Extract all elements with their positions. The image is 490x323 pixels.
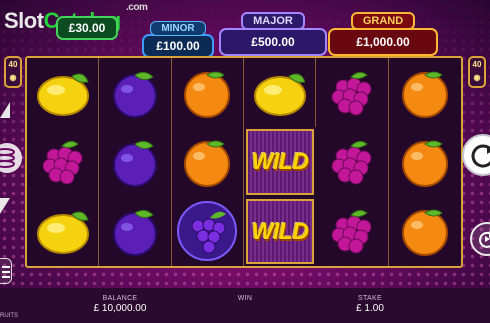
orange-icon <box>398 204 452 258</box>
reel-cell <box>172 58 244 128</box>
reel-cell <box>27 127 100 197</box>
game-name: RUITS <box>0 313 18 319</box>
wild-symbol: WILD <box>251 148 309 175</box>
reel-cell <box>99 127 172 197</box>
ways-badge-right: 40 ◉ <box>468 56 486 88</box>
jackpot-mini: £30.00 <box>56 16 118 40</box>
orange-icon <box>398 135 452 189</box>
reel-cell: WILD <box>246 129 315 195</box>
reel-cell <box>99 58 172 128</box>
reels-grid: WILD WILD <box>25 56 463 268</box>
jackpot-major-value: £500.00 <box>219 28 327 56</box>
jackpot-grand-label: GRAND <box>350 12 416 30</box>
jackpot-minor: MINOR £100.00 <box>142 18 214 58</box>
status-bar <box>0 288 490 323</box>
jackpot-major-label: MAJOR <box>241 12 305 30</box>
reel-cell <box>99 196 172 266</box>
balance-display: BALANCE £ 10,000.00 <box>93 295 147 314</box>
ways-badge-left: 40 ◉ <box>4 56 22 88</box>
jackpot-minor-value: £100.00 <box>142 34 214 58</box>
plum-icon <box>109 205 161 257</box>
jackpot-major: MAJOR £500.00 <box>219 11 327 56</box>
lemon-icon <box>34 206 92 256</box>
stake-display[interactable]: STAKE £ 1.00 <box>340 295 400 314</box>
coin-stack-icon[interactable] <box>0 138 22 178</box>
raspberry-icon <box>325 136 379 188</box>
reel-cell <box>389 58 461 127</box>
spin-icon <box>471 144 490 168</box>
jackpot-minor-label: MINOR <box>150 21 206 36</box>
orange-icon <box>180 135 234 189</box>
jackpot-grand-value: £1,000.00 <box>328 28 438 56</box>
arrow-up-icon[interactable] <box>0 102 10 118</box>
reel-cell <box>27 58 100 128</box>
reel-cell <box>244 58 317 128</box>
jackpot-mini-value: £30.00 <box>56 16 118 40</box>
reel-cell <box>316 196 389 266</box>
grapes-icon <box>176 200 238 262</box>
lemon-icon <box>34 68 92 118</box>
reel-cell <box>27 196 100 266</box>
reel-cell <box>389 127 461 196</box>
raspberry-icon <box>325 67 379 119</box>
reel-cell <box>172 196 244 266</box>
orange-icon <box>398 66 452 120</box>
lemon-icon <box>251 68 309 118</box>
coin-icon: ◉ <box>9 73 17 82</box>
wild-symbol: WILD <box>251 217 309 244</box>
reel-cell <box>172 127 244 197</box>
raspberry-icon <box>325 205 379 257</box>
orange-icon <box>180 66 234 120</box>
plum-icon <box>109 136 161 188</box>
reel-cell <box>389 197 461 266</box>
jackpot-grand: GRAND £1,000.00 <box>328 11 438 56</box>
plum-icon <box>109 67 161 119</box>
reel-cell: WILD <box>246 198 315 264</box>
raspberry-icon <box>36 136 90 188</box>
coin-icon: ◉ <box>473 73 481 82</box>
win-display: WIN <box>237 295 253 302</box>
menu-button[interactable] <box>0 258 12 284</box>
arrow-down-icon[interactable] <box>0 198 10 214</box>
autoplay-icon <box>479 231 490 248</box>
reel-cell <box>316 58 389 128</box>
reel-cell <box>316 127 389 197</box>
